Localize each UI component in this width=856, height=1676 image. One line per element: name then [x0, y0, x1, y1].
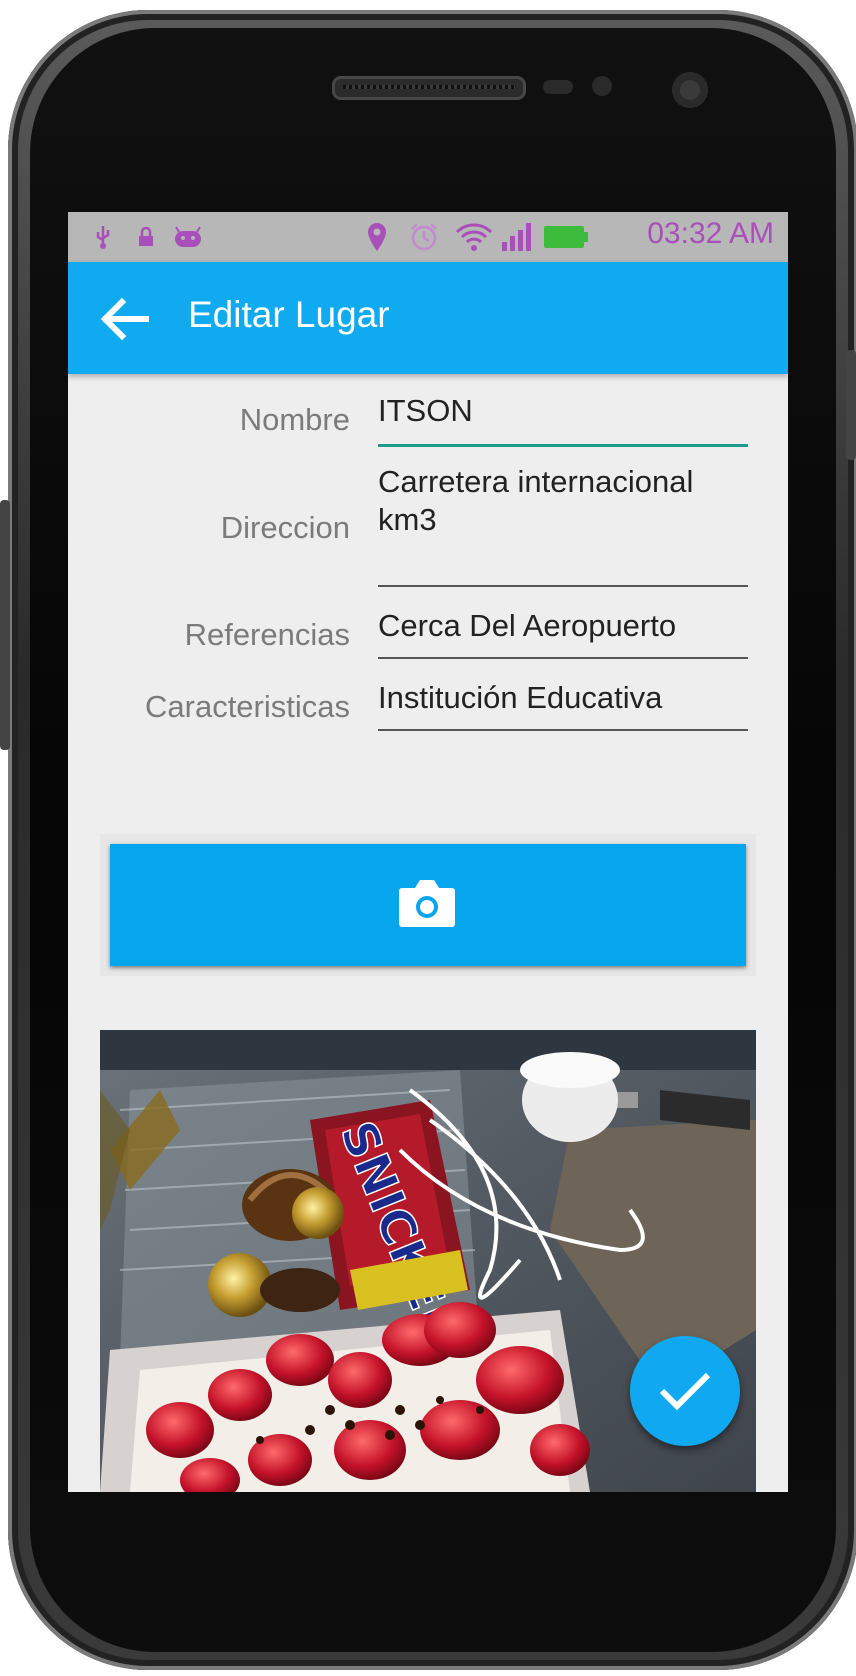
app-bar: Editar Lugar [68, 262, 788, 374]
direccion-line-2: km3 [378, 502, 437, 537]
lock-icon [136, 224, 156, 250]
save-fab-button[interactable] [630, 1336, 740, 1446]
light-sensor [592, 76, 612, 96]
screen: 03:32 AM Editar Lugar Nombre ITSON Direc… [68, 212, 788, 1492]
referencias-label: Referencias [184, 617, 350, 652]
page-title: Editar Lugar [188, 294, 390, 335]
power-button [846, 350, 856, 460]
proximity-sensor [543, 80, 573, 94]
direccion-line-1: Carretera internacional [378, 464, 694, 499]
nombre-field[interactable]: ITSON [378, 392, 748, 447]
usb-icon [92, 224, 114, 250]
status-bar: 03:32 AM [68, 212, 788, 262]
android-icon [172, 224, 204, 250]
caracteristicas-label: Caracteristicas [145, 689, 350, 724]
signal-icon [500, 223, 534, 251]
wifi-icon [454, 223, 494, 251]
direccion-label: Direccion [220, 510, 350, 545]
caracteristicas-field[interactable]: Institución Educativa [378, 679, 748, 731]
referencias-field[interactable]: Cerca Del Aeropuerto [378, 607, 748, 659]
front-camera [672, 72, 708, 108]
nombre-label: Nombre [239, 402, 350, 437]
check-icon [659, 1372, 711, 1411]
camera-icon [399, 880, 455, 927]
direccion-field[interactable]: Carretera internacional km3 [378, 463, 748, 587]
arrow-back-icon [100, 297, 149, 341]
alarm-icon [408, 223, 440, 251]
battery-icon [542, 224, 590, 250]
back-button[interactable] [98, 292, 152, 346]
earpiece-speaker [332, 76, 526, 100]
volume-button [0, 500, 10, 750]
take-photo-button[interactable] [110, 844, 746, 966]
status-time: 03:32 AM [647, 217, 774, 250]
location-icon [364, 223, 390, 251]
photo-button-frame [100, 834, 756, 976]
